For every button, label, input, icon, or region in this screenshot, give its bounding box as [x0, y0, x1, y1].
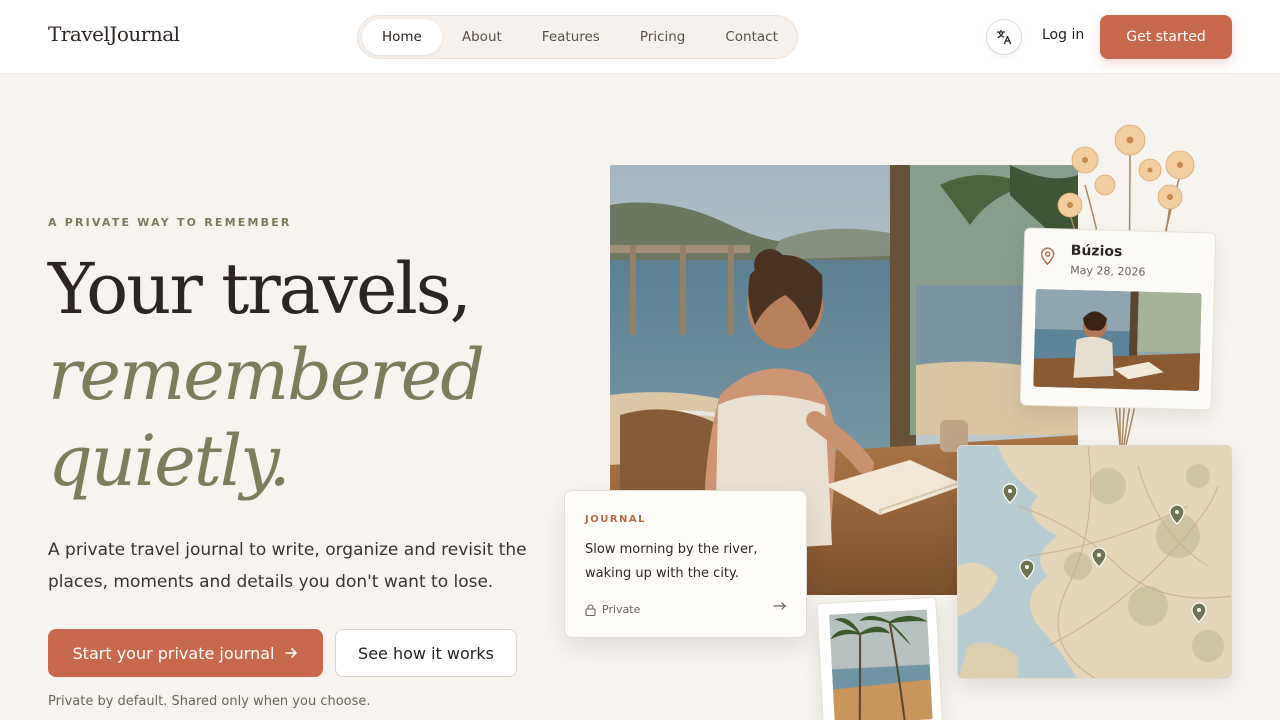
start-journal-label: Start your private journal [72, 643, 275, 663]
journal-card[interactable]: JOURNAL Slow morning by the river, wakin… [564, 490, 807, 638]
main-nav: Home About Features Pricing Contact [357, 15, 798, 59]
language-button[interactable] [986, 19, 1022, 55]
map-card[interactable] [957, 445, 1232, 679]
place-photo [1033, 288, 1202, 392]
nav-item-about[interactable]: About [442, 19, 522, 55]
nav-item-features[interactable]: Features [522, 19, 620, 55]
journal-label: JOURNAL [585, 514, 647, 525]
hero-title-line2: remembered [48, 334, 485, 416]
visibility-label: Private [602, 603, 641, 616]
logo[interactable]: TravelJournal [48, 22, 180, 46]
place-thumbnail-image [1033, 288, 1202, 392]
map-image [958, 446, 1231, 678]
journal-entry-text: Slow morning by the river, waking up wit… [585, 542, 758, 581]
privacy-footnote: Private by default. Shared only when you… [48, 694, 371, 709]
polaroid-photo [829, 609, 933, 720]
see-how-button[interactable]: See how it works [335, 629, 517, 677]
lock-icon [585, 604, 596, 616]
polaroid-photo-card[interactable] [816, 596, 944, 720]
site-header: TravelJournal Home About Features Pricin… [0, 0, 1280, 74]
translate-icon [996, 29, 1012, 45]
nav-item-contact[interactable]: Contact [705, 19, 798, 55]
hero-title-line1: Your travels, [48, 248, 472, 330]
hero-eyebrow: A PRIVATE WAY TO REMEMBER [48, 216, 292, 229]
nav-item-home[interactable]: Home [362, 19, 442, 55]
place-title: Búzios [1070, 242, 1123, 261]
location-pin-icon [1040, 247, 1055, 266]
hero-title-line3: quietly. [48, 420, 291, 502]
hero-lead: A private travel journal to write, organ… [48, 540, 527, 592]
get-started-button[interactable]: Get started [1100, 15, 1232, 59]
arrow-right-icon [285, 648, 298, 658]
nav-item-pricing[interactable]: Pricing [620, 19, 706, 55]
login-link[interactable]: Log in [1042, 27, 1084, 43]
place-card[interactable]: Búzios May 28, 2026 [1019, 227, 1217, 411]
start-journal-button[interactable]: Start your private journal [48, 629, 323, 677]
palm-beach-image [829, 609, 933, 720]
place-date: May 28, 2026 [1070, 263, 1146, 279]
arrow-right-icon[interactable] [773, 599, 787, 613]
hero-title: Your travels, remembered quietly. [48, 246, 485, 504]
